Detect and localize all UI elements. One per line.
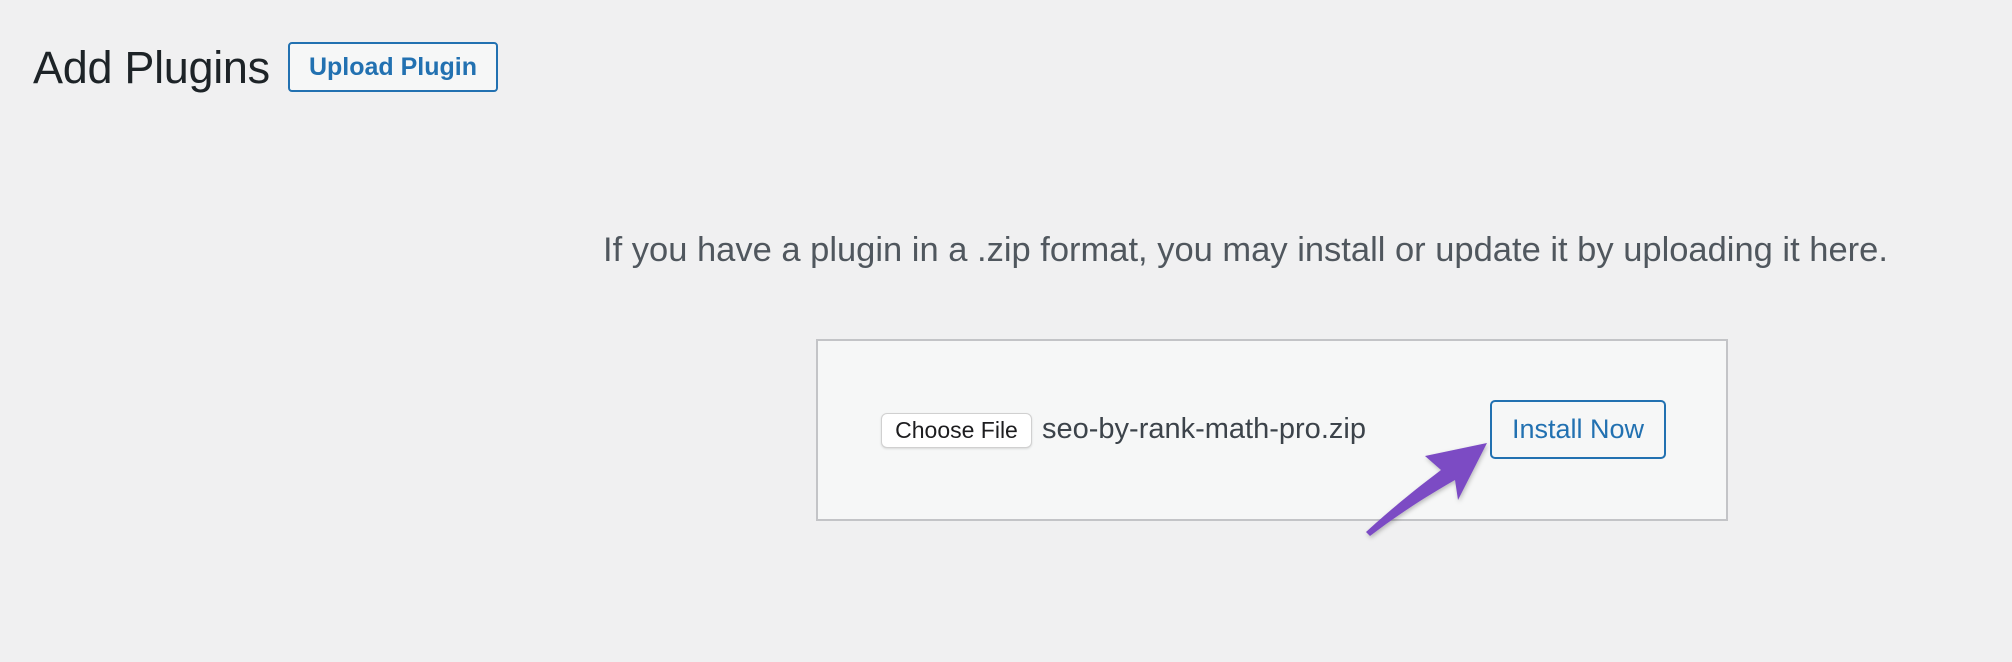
annotation-arrow-icon (1366, 443, 1487, 536)
page-title: Add Plugins (33, 42, 270, 93)
add-plugins-page: Add Plugins Upload Plugin If you have a … (0, 0, 2012, 662)
upload-instructions: If you have a plugin in a .zip format, y… (603, 231, 1888, 269)
upload-plugin-button[interactable]: Upload Plugin (288, 42, 498, 92)
choose-file-button[interactable]: Choose File (881, 413, 1032, 448)
install-now-button[interactable]: Install Now (1490, 400, 1666, 459)
selected-file-name: seo-by-rank-math-pro.zip (1042, 413, 1366, 445)
